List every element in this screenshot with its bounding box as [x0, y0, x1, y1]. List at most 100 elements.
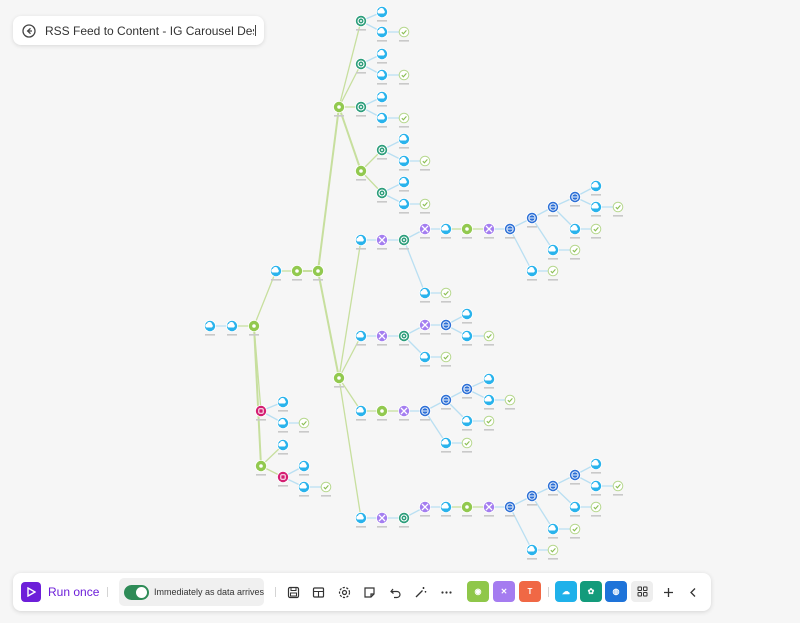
cloud-module-icon[interactable] [547, 244, 559, 260]
http-module-icon[interactable] [547, 201, 559, 217]
cloud-module-icon[interactable] [461, 415, 473, 431]
cloud-module-icon[interactable] [204, 320, 216, 336]
cloud-module-icon[interactable] [590, 480, 602, 496]
done-check-icon[interactable] [590, 223, 602, 239]
cloud-module-icon[interactable] [590, 201, 602, 217]
cloud-module-icon[interactable] [419, 287, 431, 303]
done-check-icon[interactable] [398, 26, 410, 42]
cloud-app-icon[interactable]: ☁ [555, 581, 577, 602]
magic-wand-icon[interactable] [412, 584, 428, 600]
done-check-icon[interactable] [483, 415, 495, 431]
grid-icon[interactable] [631, 581, 653, 602]
openai-module-icon[interactable] [398, 512, 410, 528]
done-check-icon[interactable] [440, 351, 452, 367]
done-check-icon[interactable] [569, 244, 581, 260]
done-check-icon[interactable] [569, 523, 581, 539]
done-check-icon[interactable] [298, 417, 310, 433]
openai-module-icon[interactable] [398, 234, 410, 250]
cloud-module-icon[interactable] [376, 6, 388, 22]
cloud-module-icon[interactable] [440, 223, 452, 239]
cloud-module-icon[interactable] [298, 460, 310, 476]
router-module-icon[interactable] [355, 165, 367, 181]
cloud-module-icon[interactable] [526, 544, 538, 560]
http-module-icon[interactable] [461, 383, 473, 399]
done-check-icon[interactable] [547, 265, 559, 281]
tools-icon[interactable]: ✕ [493, 581, 515, 602]
done-check-icon[interactable] [504, 394, 516, 410]
cloud-module-icon[interactable] [376, 69, 388, 85]
cloud-module-icon[interactable] [277, 396, 289, 412]
tools-module-icon[interactable] [419, 223, 431, 239]
openai-module-icon[interactable] [355, 15, 367, 31]
cloud-module-icon[interactable] [355, 405, 367, 421]
save-icon[interactable] [285, 584, 301, 600]
done-check-icon[interactable] [440, 287, 452, 303]
cloud-module-icon[interactable] [419, 351, 431, 367]
cloud-module-icon[interactable] [590, 458, 602, 474]
cloud-module-icon[interactable] [376, 26, 388, 42]
tools-module-icon[interactable] [376, 512, 388, 528]
done-check-icon[interactable] [419, 155, 431, 171]
cloud-module-icon[interactable] [398, 176, 410, 192]
cloud-module-icon[interactable] [461, 330, 473, 346]
cloud-module-icon[interactable] [440, 501, 452, 517]
scenario-title[interactable]: RSS Feed to Content - IG Carousel Desig [45, 24, 254, 38]
cloud-module-icon[interactable] [440, 437, 452, 453]
cloud-module-icon[interactable] [277, 439, 289, 455]
http-module-icon[interactable] [569, 469, 581, 485]
settings-icon[interactable] [336, 584, 352, 600]
http-module-icon[interactable] [569, 191, 581, 207]
cloud-module-icon[interactable] [398, 133, 410, 149]
router-module-icon[interactable] [291, 265, 303, 281]
cloud-module-icon[interactable] [355, 512, 367, 528]
cloud-module-icon[interactable] [483, 373, 495, 389]
text-parser-icon[interactable]: T [519, 581, 541, 602]
tools-module-icon[interactable] [483, 223, 495, 239]
cloud-module-icon[interactable] [298, 481, 310, 497]
cloud-module-icon[interactable] [277, 417, 289, 433]
cloud-module-icon[interactable] [398, 198, 410, 214]
router-module-icon[interactable] [255, 460, 267, 476]
done-check-icon[interactable] [590, 501, 602, 517]
openai-module-icon[interactable] [376, 144, 388, 160]
cloud-module-icon[interactable] [376, 48, 388, 64]
schedule-control[interactable]: Immediately as data arrives [119, 578, 264, 606]
pink-module-icon[interactable] [277, 471, 289, 487]
cloud-module-icon[interactable] [483, 394, 495, 410]
undo-icon[interactable] [387, 584, 403, 600]
flow-control-icon[interactable]: ◉ [467, 581, 489, 602]
cloud-module-icon[interactable] [355, 234, 367, 250]
cloud-module-icon[interactable] [270, 265, 282, 281]
openai-module-icon[interactable] [398, 330, 410, 346]
done-check-icon[interactable] [612, 201, 624, 217]
router-module-icon[interactable] [312, 265, 324, 281]
router-module-icon[interactable] [461, 501, 473, 517]
tools-module-icon[interactable] [483, 501, 495, 517]
done-check-icon[interactable] [547, 544, 559, 560]
done-check-icon[interactable] [483, 330, 495, 346]
cloud-module-icon[interactable] [461, 308, 473, 324]
cloud-module-icon[interactable] [590, 180, 602, 196]
openai-icon[interactable]: ✿ [580, 581, 602, 602]
done-check-icon[interactable] [461, 437, 473, 453]
http-module-icon[interactable] [440, 394, 452, 410]
router-module-icon[interactable] [376, 405, 388, 421]
scenario-canvas[interactable] [0, 0, 800, 623]
pink-module-icon[interactable] [255, 405, 267, 421]
cloud-module-icon[interactable] [569, 223, 581, 239]
done-check-icon[interactable] [320, 481, 332, 497]
tools-module-icon[interactable] [419, 501, 431, 517]
back-arrow-icon[interactable] [21, 23, 36, 38]
run-once-button[interactable]: Run once [21, 582, 99, 602]
openai-module-icon[interactable] [355, 101, 367, 117]
done-check-icon[interactable] [398, 69, 410, 85]
cloud-module-icon[interactable] [547, 523, 559, 539]
cloud-module-icon[interactable] [526, 265, 538, 281]
cloud-module-icon[interactable] [376, 91, 388, 107]
http-module-icon[interactable] [547, 480, 559, 496]
layout-icon[interactable] [310, 584, 326, 600]
schedule-toggle[interactable] [124, 584, 149, 600]
notes-icon[interactable] [361, 584, 377, 600]
more-icon[interactable] [438, 584, 454, 600]
openai-module-icon[interactable] [376, 187, 388, 203]
